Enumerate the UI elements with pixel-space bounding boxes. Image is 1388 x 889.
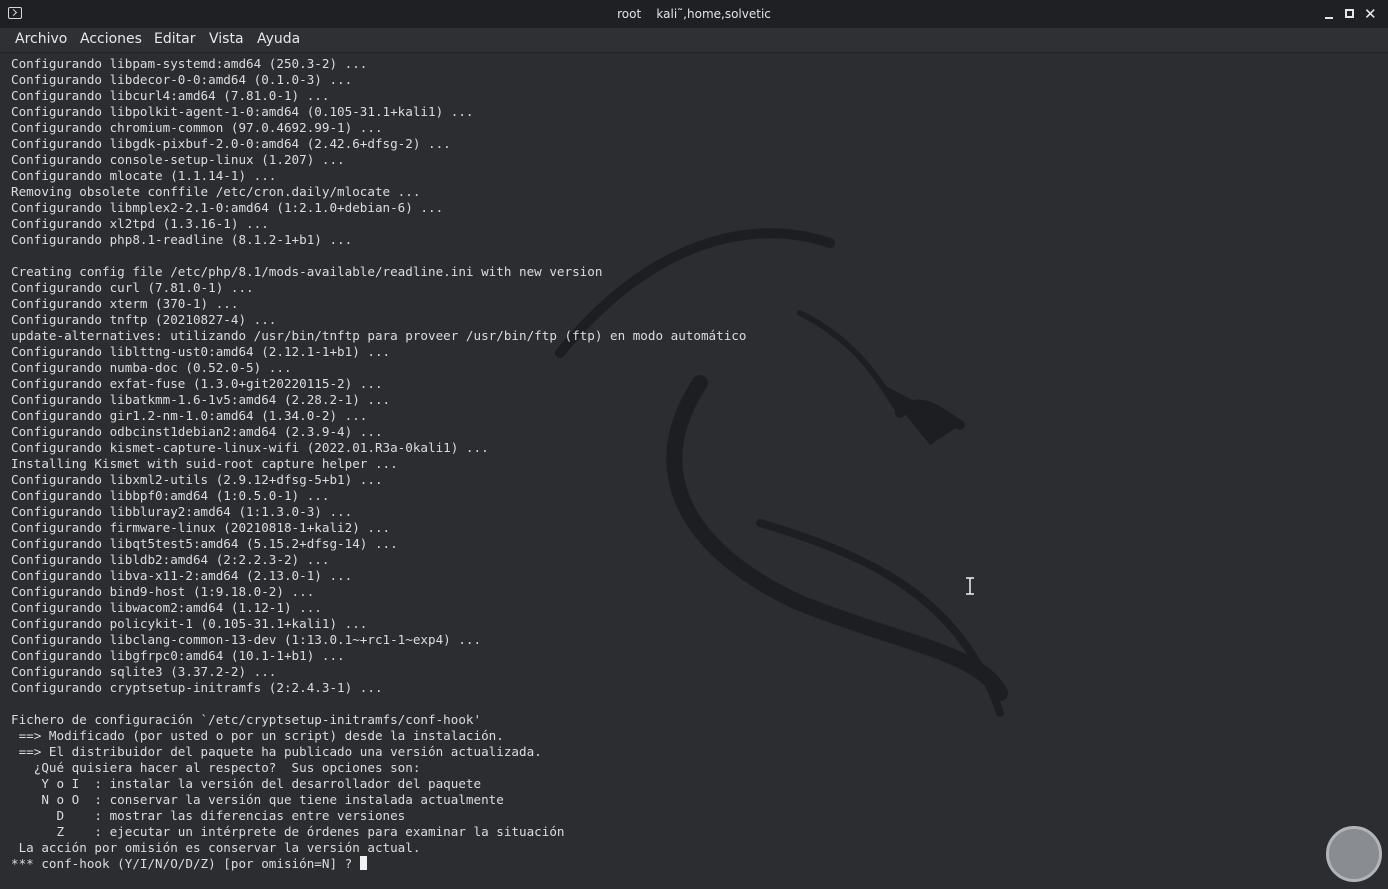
maximize-icon (1345, 9, 1354, 18)
terminal-line: Configurando xterm (370-1) ... (11, 296, 239, 311)
terminal-cursor[interactable] (359, 856, 367, 870)
terminal-line: Configurando libgfrpc0:amd64 (10.1-1+b1)… (11, 648, 345, 663)
terminal-line: Configurando xl2tpd (1.3.16-1) ... (11, 216, 269, 231)
menu-bar: Archivo Acciones Editar Vista Ayuda (0, 28, 1388, 53)
terminal-line: update-alternatives: utilizando /usr/bin… (11, 328, 747, 343)
terminal-area[interactable]: Configurando libpam-systemd:amd64 (250.3… (0, 53, 1388, 889)
terminal-line: ¿Qué quisiera hacer al respecto? Sus opc… (11, 760, 421, 775)
terminal-line: D : mostrar las diferencias entre versio… (11, 808, 406, 823)
terminal-line: Configurando libclang-common-13-dev (1:1… (11, 632, 482, 647)
close-icon: ✕ (1364, 5, 1377, 23)
terminal-line: Y o I : instalar la versión del desarrol… (11, 776, 482, 791)
solvetic-logo-icon (1326, 826, 1382, 882)
terminal-line: Configurando libdecor-0-0:amd64 (0.1.0-3… (11, 72, 353, 87)
terminal-line: Configurando libcurl4:amd64 (7.81.0-1) .… (11, 88, 330, 103)
terminal-line: Configurando console-setup-linux (1.207)… (11, 152, 345, 167)
terminal-window: root kali˜,home,solvetic ✕ Archivo Accio… (0, 0, 1388, 889)
terminal-line: Configurando chromium-common (97.0.4692.… (11, 120, 383, 135)
terminal-line: Configurando gir1.2-nm-1.0:amd64 (1.34.0… (11, 408, 368, 423)
menu-archivo[interactable]: Archivo (15, 31, 67, 47)
terminal-line: Configurando bind9-host (1:9.18.0-2) ... (11, 584, 315, 599)
terminal-line: ==> Modificado (por usted o por un scrip… (11, 728, 504, 743)
terminal-output: Configurando libpam-systemd:amd64 (250.3… (11, 56, 746, 872)
terminal-line: Configurando libldb2:amd64 (2:2.2.3-2) .… (11, 552, 330, 567)
window-title: root kali˜,home,solvetic (617, 7, 771, 21)
terminal-line: Configurando libmplex2-2.1-0:amd64 (1:2.… (11, 200, 444, 215)
menu-editar[interactable]: Editar (154, 31, 195, 47)
terminal-line: Configurando exfat-fuse (1.3.0+git202201… (11, 376, 383, 391)
terminal-line: Configurando libwacom2:amd64 (1.12-1) ..… (11, 600, 322, 615)
terminal-line: Fichero de configuración `/etc/cryptsetu… (11, 712, 482, 727)
terminal-line: Configurando sqlite3 (3.37.2-2) ... (11, 664, 277, 679)
text-cursor-icon (966, 577, 974, 595)
terminal-line: N o O : conservar la versión que tiene i… (11, 792, 504, 807)
terminal-line: Configurando libpam-systemd:amd64 (250.3… (11, 56, 368, 71)
terminal-line: Configurando policykit-1 (0.105-31.1+kal… (11, 616, 368, 631)
menu-acciones[interactable]: Acciones (80, 31, 142, 47)
terminal-line: Configurando curl (7.81.0-1) ... (11, 280, 254, 295)
terminal-line: Configurando libxml2-utils (2.9.12+dfsg-… (11, 472, 383, 487)
terminal-line: Configurando libbpf0:amd64 (1:0.5.0-1) .… (11, 488, 330, 503)
close-button[interactable]: ✕ (1362, 5, 1380, 23)
terminal-line: ==> El distribuidor del paquete ha publi… (11, 744, 542, 759)
terminal-line: Configurando liblttng-ust0:amd64 (2.12.1… (11, 344, 391, 359)
terminal-line: La acción por omisión es conservar la ve… (11, 840, 421, 855)
terminal-line: Configurando firmware-linux (20210818-1+… (11, 520, 391, 535)
terminal-line: Configurando kismet-capture-linux-wifi (… (11, 440, 489, 455)
maximize-button[interactable] (1341, 5, 1359, 23)
minimize-icon (1325, 17, 1333, 19)
minimize-button[interactable] (1320, 5, 1338, 23)
terminal-line: Configurando php8.1-readline (8.1.2-1+b1… (11, 232, 353, 247)
prompt-text: *** conf-hook (Y/I/N/O/D/Z) [por omisión… (11, 856, 360, 871)
terminal-line: Configurando cryptsetup-initramfs (2:2.4… (11, 680, 383, 695)
terminal-line: Configurando libpolkit-agent-1-0:amd64 (… (11, 104, 474, 119)
terminal-line: Configurando libgdk-pixbuf-2.0-0:amd64 (… (11, 136, 451, 151)
terminal-line: Configurando tnftp (20210827-4) ... (11, 312, 277, 327)
terminal-line: Configurando libqt5test5:amd64 (5.15.2+d… (11, 536, 398, 551)
title-bar[interactable]: root kali˜,home,solvetic ✕ (0, 0, 1388, 28)
terminal-line: Configurando libbluray2:amd64 (1:1.3.0-3… (11, 504, 353, 519)
terminal-line: Removing obsolete conffile /etc/cron.dai… (11, 184, 421, 199)
terminal-line: Installing Kismet with suid-root capture… (11, 456, 398, 471)
terminal-line: Configurando libatkmm-1.6-1v5:amd64 (2.2… (11, 392, 391, 407)
menu-vista[interactable]: Vista (209, 31, 244, 47)
terminal-line: Z : ejecutar un intérprete de órdenes pa… (11, 824, 565, 839)
terminal-line: Creating config file /etc/php/8.1/mods-a… (11, 264, 603, 279)
terminal-line: Configurando libva-x11-2:amd64 (2.13.0-1… (11, 568, 353, 583)
terminal-line: Configurando odbcinst1debian2:amd64 (2.3… (11, 424, 383, 439)
terminal-line: Configurando numba-doc (0.52.0-5) ... (11, 360, 292, 375)
terminal-line: Configurando mlocate (1.1.14-1) ... (11, 168, 277, 183)
menu-ayuda[interactable]: Ayuda (257, 31, 300, 47)
prompt-line[interactable]: *** conf-hook (Y/I/N/O/D/Z) [por omisión… (11, 856, 746, 872)
